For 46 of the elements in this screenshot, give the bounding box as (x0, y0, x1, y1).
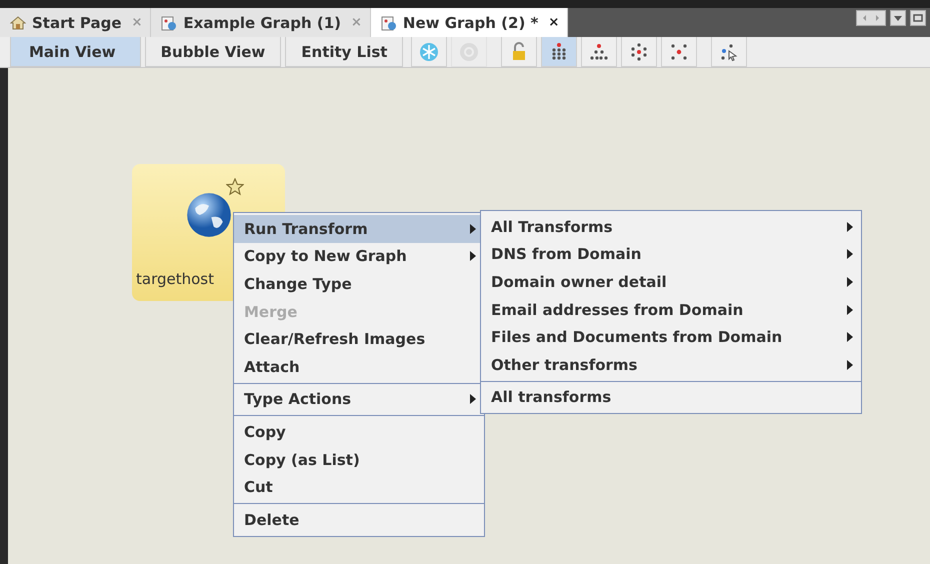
document-graph-icon (161, 14, 178, 30)
document-tab[interactable]: New Graph (2) * × (370, 8, 568, 37)
close-icon[interactable]: × (548, 15, 560, 30)
tree-layout-icon[interactable] (581, 37, 618, 67)
entity-label: targethost (136, 270, 214, 288)
menu-item[interactable]: Files and Documents from Domain (481, 323, 861, 351)
menu-item[interactable]: Attach (234, 352, 484, 381)
circle-layout-icon[interactable] (621, 37, 658, 67)
submenu-arrow-icon (470, 251, 476, 262)
menu-item[interactable]: All transforms (481, 384, 861, 412)
tab-label: Example Graph (1) (183, 14, 341, 32)
maximize-icon[interactable] (910, 10, 926, 26)
block-layout-icon[interactable] (541, 37, 578, 67)
menu-item[interactable]: Clear/Refresh Images (234, 325, 484, 353)
submenu-arrow-icon (470, 224, 476, 234)
submenu-arrow-icon (847, 304, 853, 315)
menu-item[interactable]: Domain owner detail (481, 268, 861, 296)
document-tab[interactable]: Start Page × (0, 8, 152, 37)
menu-item[interactable]: Other transforms (481, 350, 861, 379)
menu-item[interactable]: Delete (234, 506, 484, 534)
submenu-arrow-icon (847, 249, 853, 260)
menu-item[interactable]: Email addresses from Domain (481, 296, 861, 324)
view-tab[interactable]: Bubble View (144, 37, 282, 67)
menu-item[interactable]: All Transforms (481, 213, 861, 241)
menu-item[interactable]: Cut (234, 473, 484, 501)
submenu-arrow-icon (847, 332, 853, 342)
tab-label: Start Page (32, 14, 122, 32)
globe-icon (186, 192, 232, 238)
menu-item[interactable]: DNS from Domain (481, 240, 861, 268)
tab-label: New Graph (2) * (402, 14, 538, 32)
document-tab[interactable]: Example Graph (1) × (151, 8, 371, 37)
cursor-nodes-icon[interactable] (711, 37, 748, 67)
submenu-arrow-icon (847, 276, 853, 287)
submenu-arrow-icon (470, 394, 476, 404)
submenu-arrow-icon (847, 222, 853, 232)
view-tab[interactable]: Main View (10, 37, 141, 67)
view-tab[interactable]: Entity List (285, 37, 404, 67)
dropdown-icon[interactable] (890, 10, 906, 26)
menu-item[interactable]: Copy (as List) (234, 446, 484, 474)
padlock-icon[interactable] (501, 37, 538, 67)
menu-item[interactable]: Type Actions (234, 386, 484, 414)
menu-item[interactable]: Copy (234, 418, 484, 446)
submenu-arrow-icon (847, 360, 853, 370)
house-icon (10, 14, 26, 30)
network-layout-icon[interactable] (661, 37, 698, 67)
document-graph-icon (380, 14, 397, 30)
